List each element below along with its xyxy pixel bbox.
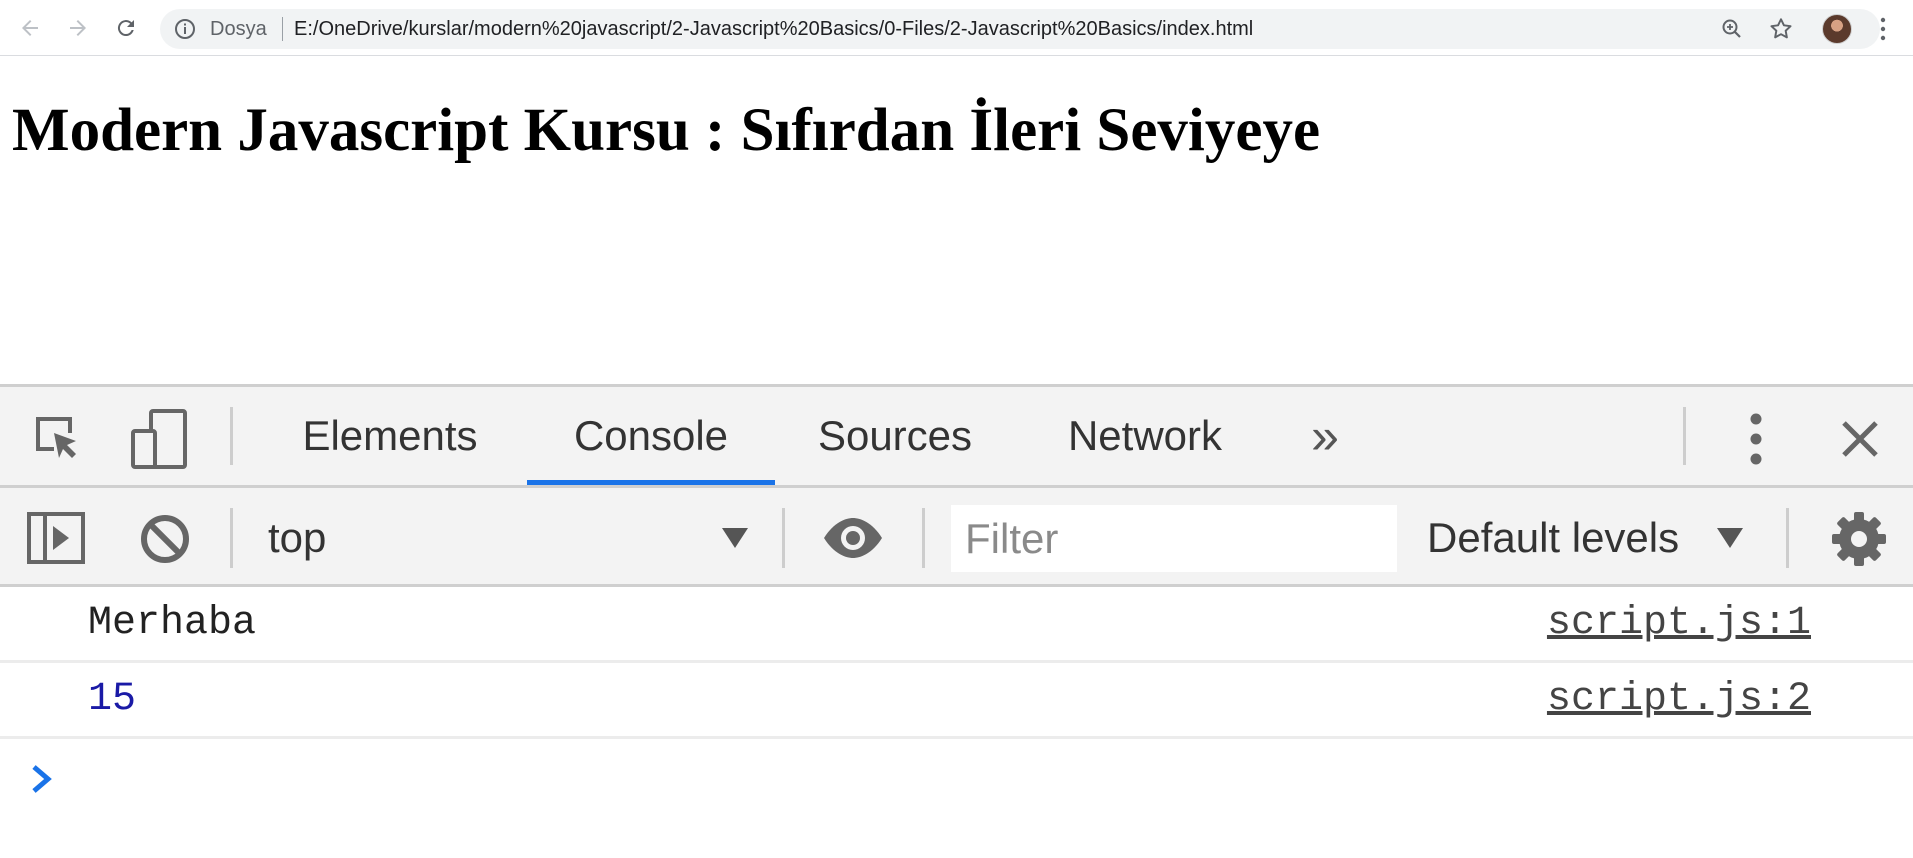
show-sidebar-button[interactable] <box>26 508 86 568</box>
console-settings-button[interactable] <box>1828 508 1890 570</box>
tabbar-divider <box>230 407 233 465</box>
console-message: Merhaba script.js:1 <box>0 587 1913 663</box>
browser-toolbar: Dosya E:/OneDrive/kurslar/modern%20javas… <box>0 0 1913 56</box>
info-icon[interactable] <box>174 18 196 45</box>
close-icon <box>1842 421 1878 457</box>
tab-sources[interactable]: Sources <box>800 387 990 485</box>
levels-chevron-down-icon[interactable] <box>1715 526 1745 550</box>
console-message: 15 script.js:2 <box>0 663 1913 739</box>
tab-console[interactable]: Console <box>527 387 775 485</box>
console-prompt[interactable] <box>28 763 54 800</box>
more-tabs-button[interactable]: » <box>1290 387 1360 485</box>
omnibox-scheme-label: Dosya <box>210 18 267 40</box>
toolbar-divider-2 <box>782 508 785 568</box>
bookmark-star-icon[interactable] <box>1768 16 1794 47</box>
omnibox[interactable]: Dosya E:/OneDrive/kurslar/modern%20javas… <box>160 9 1880 49</box>
reload-icon <box>117 20 134 37</box>
forward-button[interactable] <box>60 10 96 46</box>
back-button[interactable] <box>12 10 48 46</box>
chevron-right-icon <box>32 765 52 793</box>
device-mobile-icon <box>131 409 187 469</box>
console-message-text: Merhaba <box>88 601 257 646</box>
console-message-text: 15 <box>88 677 137 722</box>
active-tab-indicator <box>527 480 775 485</box>
tab-network[interactable]: Network <box>1040 387 1250 485</box>
gear-icon <box>1832 512 1886 566</box>
omnibox-divider <box>282 17 283 41</box>
live-expression-button[interactable] <box>820 512 886 564</box>
tabbar-divider-right <box>1683 407 1686 465</box>
inspect-cursor-icon <box>36 417 76 458</box>
console-toolbar: top Default levels <box>0 488 1913 587</box>
arrow-left-icon <box>22 20 38 36</box>
sidebar-toggle-icon <box>27 512 85 564</box>
inspect-element-button[interactable] <box>30 411 86 467</box>
device-toolbar-button[interactable] <box>130 409 190 469</box>
context-selector[interactable]: top <box>268 488 326 587</box>
toolbar-divider-1 <box>230 508 233 568</box>
devtools-tab-bar: Elements Console Sources Network » <box>0 387 1913 488</box>
chevron-down-icon[interactable] <box>720 526 750 550</box>
url-text[interactable]: E:/OneDrive/kurslar/modern%20javascript/… <box>294 18 1253 41</box>
arrow-right-icon <box>70 20 86 36</box>
profile-avatar[interactable] <box>1822 14 1852 44</box>
close-devtools-button[interactable] <box>1834 413 1886 465</box>
filter-input[interactable] <box>951 505 1397 572</box>
toolbar-divider-3 <box>922 508 925 568</box>
devtools-menu-button[interactable] <box>1738 411 1774 467</box>
eye-icon <box>824 518 882 558</box>
source-link[interactable]: script.js:2 <box>1547 677 1811 722</box>
reload-button[interactable] <box>108 10 144 46</box>
zoom-icon[interactable] <box>1720 17 1744 46</box>
devtools-panel: Elements Console Sources Network » top F… <box>0 384 1913 858</box>
console-output: Merhaba script.js:1 15 script.js:2 <box>0 587 1913 858</box>
log-levels-dropdown[interactable]: Default levels <box>1427 488 1679 587</box>
tab-elements[interactable]: Elements <box>280 387 500 485</box>
source-link[interactable]: script.js:1 <box>1547 601 1811 646</box>
page-heading: Modern Javascript Kursu : Sıfırdan İleri… <box>12 97 1321 164</box>
clear-console-button[interactable] <box>136 510 194 568</box>
kebab-menu-icon <box>1750 413 1762 465</box>
block-icon <box>141 515 189 563</box>
toolbar-divider-4 <box>1786 508 1789 568</box>
browser-menu-icon[interactable] <box>1880 16 1886 42</box>
